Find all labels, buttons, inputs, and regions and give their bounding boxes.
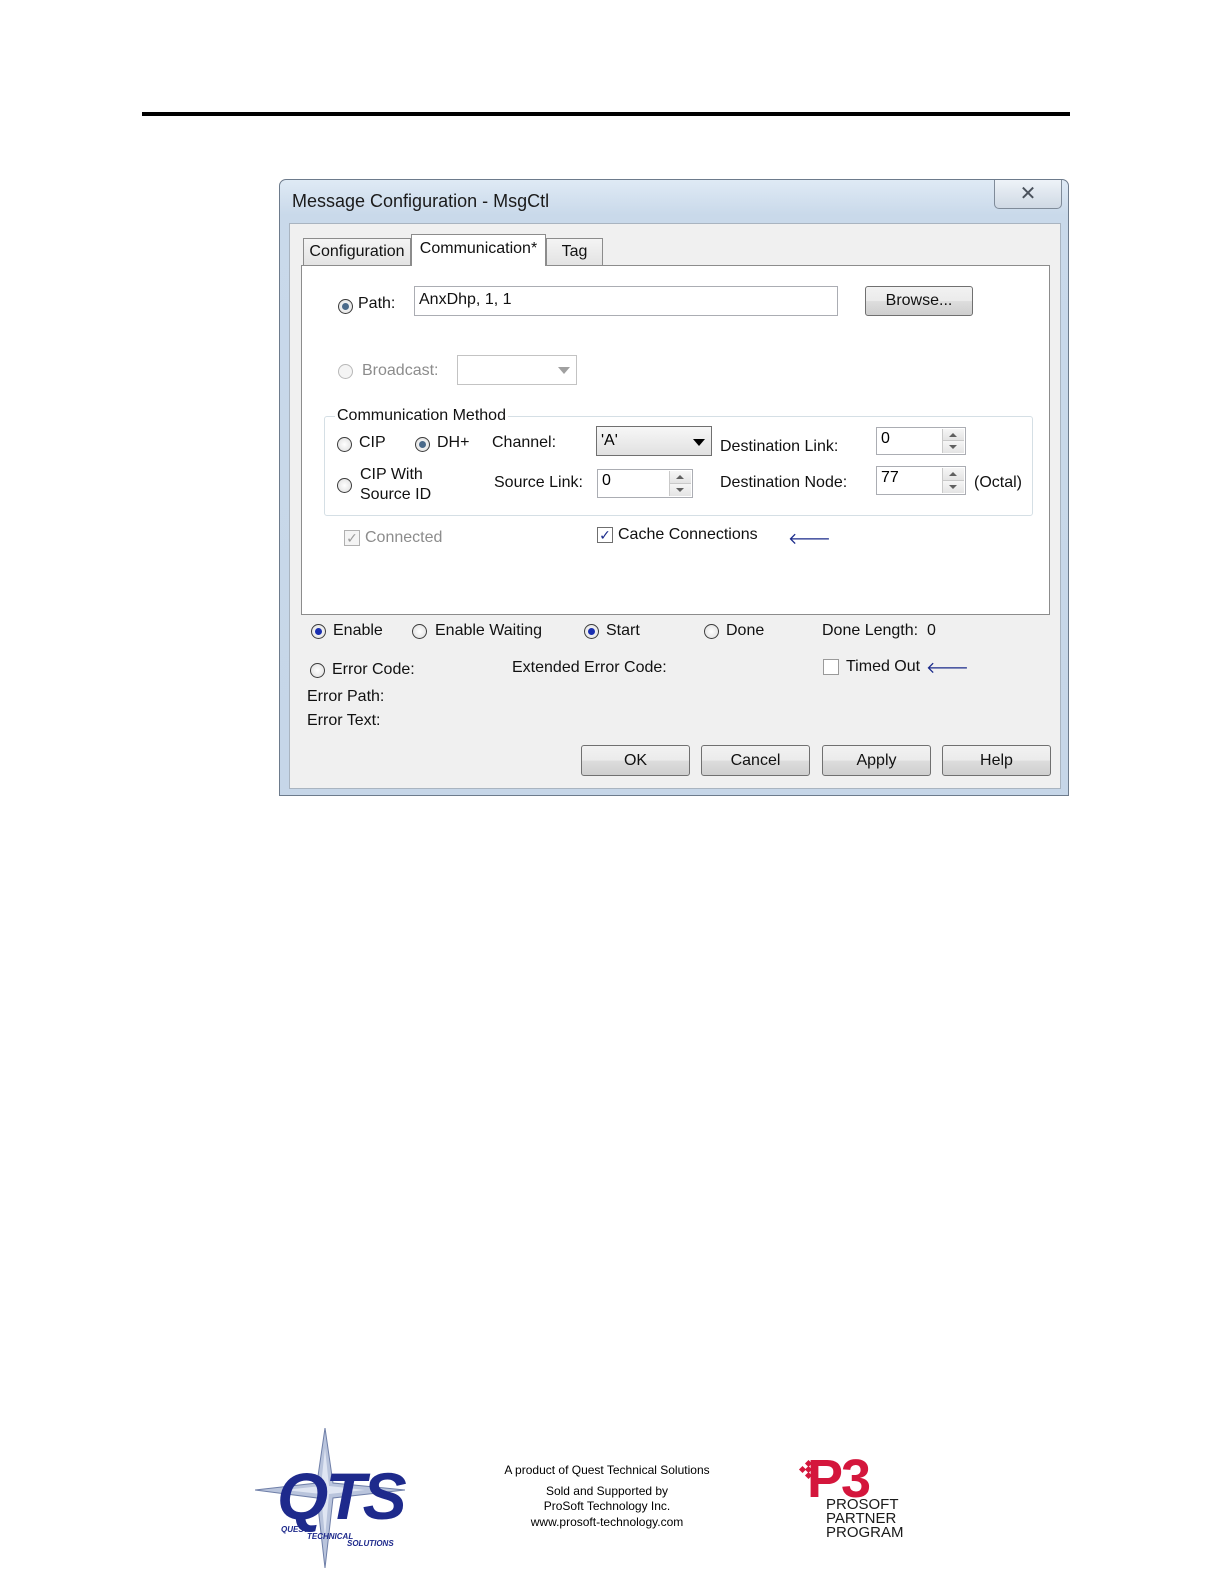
extended-error-code-label: Extended Error Code:	[512, 659, 667, 676]
dhplus-radio[interactable]	[415, 437, 430, 452]
cache-connections-label: Cache Connections	[618, 526, 758, 543]
destination-node-value: 77	[881, 469, 899, 486]
message-configuration-dialog: Message Configuration - MsgCtl ✕ Configu…	[279, 179, 1069, 796]
connected-checkbox[interactable]: ✓	[344, 530, 360, 546]
footer-line-3: ProSoft Technology Inc.	[543, 1499, 671, 1513]
browse-button[interactable]: Browse...	[865, 286, 973, 316]
error-text-label: Error Text:	[307, 712, 381, 729]
cache-connections-checkbox[interactable]: ✓	[597, 527, 613, 543]
error-code-label: Error Code:	[332, 661, 415, 678]
dialog-title: Message Configuration - MsgCtl	[292, 191, 550, 211]
pointer-arrow-icon: 🡐	[926, 660, 969, 677]
help-button[interactable]: Help	[942, 745, 1051, 776]
close-icon: ✕	[1019, 183, 1037, 205]
done-length-label: Done Length:	[822, 622, 919, 639]
close-button[interactable]: ✕	[994, 180, 1062, 209]
pointer-arrow-icon: 🡐	[788, 531, 831, 548]
timed-out-label: Timed Out	[846, 658, 921, 675]
error-path-label: Error Path:	[307, 688, 385, 705]
spin-up-icon[interactable]	[943, 429, 964, 441]
destination-node-label: Destination Node:	[720, 474, 848, 491]
chevron-down-icon	[558, 367, 570, 374]
spin-up-icon[interactable]	[943, 468, 964, 481]
prosoft-p3-logo: P3 PROSOFT PARTNER PROGRAM	[795, 1449, 920, 1542]
destination-node-stepper[interactable]: 77	[876, 466, 966, 495]
error-code-status-radio	[310, 663, 325, 678]
footer-line-2: Sold and Supported by	[545, 1484, 669, 1498]
done-length-value: 0	[927, 622, 936, 639]
channel-label: Channel:	[492, 434, 557, 451]
start-label: Start	[606, 622, 640, 639]
tab-label: Communication*	[419, 240, 538, 257]
path-radio[interactable]	[338, 299, 353, 314]
spin-down-icon[interactable]	[943, 480, 964, 493]
broadcast-dropdown[interactable]	[457, 355, 577, 385]
header-rule	[142, 112, 1070, 116]
tab-configuration[interactable]: Configuration	[303, 238, 411, 265]
path-label: Path:	[358, 295, 396, 312]
start-status-radio	[584, 624, 599, 639]
source-link-stepper[interactable]: 0	[597, 469, 693, 498]
destination-link-stepper[interactable]: 0	[876, 427, 966, 455]
source-link-value: 0	[602, 472, 611, 489]
tab-label: Tag	[561, 243, 588, 260]
cip-with-source-id-label-line1: CIP With	[360, 466, 423, 483]
cancel-button[interactable]: Cancel	[701, 745, 810, 776]
communication-tab-panel: Path: AnxDhp, 1, 1 Browse... Broadcast: …	[301, 265, 1050, 615]
enable-waiting-status-radio	[412, 624, 427, 639]
apply-button[interactable]: Apply	[822, 745, 931, 776]
qts-logo-sub3: SOLUTIONS	[347, 1539, 394, 1548]
enable-waiting-label: Enable Waiting	[435, 622, 543, 639]
spin-down-icon[interactable]	[943, 441, 964, 453]
cip-with-source-id-label-line2: Source ID	[360, 486, 432, 503]
tab-tag[interactable]: Tag	[546, 238, 603, 265]
destination-link-value: 0	[881, 430, 890, 447]
cip-with-source-id-radio[interactable]	[337, 478, 352, 493]
octal-label: (Octal)	[974, 474, 1022, 491]
footer-line-4: www.prosoft-technology.com	[530, 1515, 684, 1529]
tab-label: Configuration	[309, 243, 405, 260]
broadcast-label: Broadcast:	[362, 362, 439, 379]
footer-line-1: A product of Quest Technical Solutions	[504, 1463, 710, 1477]
dhplus-label: DH+	[437, 434, 470, 451]
source-link-label: Source Link:	[494, 474, 583, 491]
channel-value: 'A'	[601, 432, 618, 449]
dialog-client-area: Configuration Communication* Tag Path: A…	[289, 223, 1061, 789]
done-status-radio	[704, 624, 719, 639]
cip-radio[interactable]	[337, 437, 352, 452]
enable-label: Enable	[333, 622, 383, 639]
tab-communication[interactable]: Communication*	[411, 234, 546, 266]
broadcast-radio[interactable]	[338, 364, 353, 379]
cip-label: CIP	[359, 434, 386, 451]
done-label: Done	[726, 622, 765, 639]
enable-status-radio	[311, 624, 326, 639]
channel-dropdown[interactable]: 'A'	[596, 426, 712, 456]
connected-label: Connected	[365, 529, 443, 546]
timed-out-checkbox	[823, 659, 839, 675]
communication-method-legend: Communication Method	[335, 407, 508, 425]
qts-logo: QTS QUEST TECHNICAL SOLUTIONS	[255, 1428, 407, 1568]
spin-down-icon[interactable]	[670, 483, 691, 496]
destination-link-label: Destination Link:	[720, 438, 839, 455]
ok-button[interactable]: OK	[581, 745, 690, 776]
path-input[interactable]: AnxDhp, 1, 1	[414, 286, 838, 316]
spin-up-icon[interactable]	[670, 471, 691, 484]
qts-logo-text: QTS	[277, 1459, 407, 1533]
chevron-down-icon	[693, 439, 705, 446]
p3-logo-line3: PROGRAM	[826, 1524, 904, 1541]
qts-logo-sub1: QUEST	[281, 1525, 309, 1534]
